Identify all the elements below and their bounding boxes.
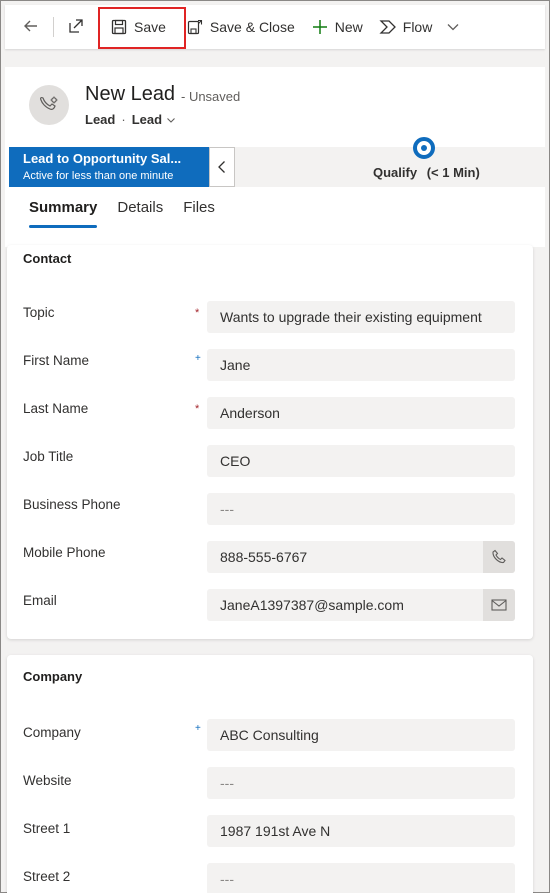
save-and-close-icon: [186, 18, 204, 36]
unsaved-indicator: - Unsaved: [181, 89, 241, 104]
tab-details[interactable]: Details: [117, 199, 163, 228]
field-label-last-name: Last Name: [23, 401, 89, 416]
process-name-flyout[interactable]: Lead to Opportunity Sal... Active for le…: [9, 147, 209, 187]
back-button[interactable]: [13, 11, 49, 43]
form-selector-label: Lead: [131, 112, 163, 127]
field-label-first-name: First Name: [23, 353, 90, 368]
record-title: New Lead: [85, 83, 176, 105]
phone-icon: [492, 549, 506, 564]
field-label-street-2: Street 2: [23, 869, 71, 884]
required-indicator: *: [195, 307, 200, 319]
new-button[interactable]: New: [303, 11, 371, 43]
save-and-close-label: Save & Close: [209, 19, 295, 35]
required-indicator: *: [195, 403, 200, 415]
open-in-new-window-button[interactable]: [58, 11, 94, 43]
field-label-street-1: Street 1: [23, 821, 71, 836]
section-title: Company: [23, 669, 83, 684]
process-status: Active for less than one minute: [23, 170, 174, 182]
stage-duration: (< 1 Min): [426, 165, 480, 180]
tab-summary[interactable]: Summary: [29, 199, 98, 228]
field-label-business-phone: Business Phone: [23, 497, 121, 512]
previous-stage-button[interactable]: [209, 147, 235, 187]
field-label-topic: Topic: [23, 305, 55, 320]
mobile-phone-field[interactable]: 888-555-6767: [207, 541, 515, 573]
recommended-indicator: +: [195, 353, 201, 364]
chevron-down-icon: [167, 117, 175, 123]
company-section: Company Company + ABC Consulting Website…: [7, 655, 533, 893]
stage-label[interactable]: Qualify (< 1 Min): [373, 165, 480, 180]
street-2-field[interactable]: ---: [207, 863, 515, 893]
flow-label: Flow: [402, 19, 433, 35]
street-1-field[interactable]: 1987 191st Ave N: [207, 815, 515, 847]
plus-icon: [311, 18, 329, 36]
flow-icon: [379, 18, 397, 36]
toolbar-divider: [53, 17, 54, 37]
chevron-down-icon: [446, 20, 460, 34]
open-in-new-window-icon: [67, 17, 85, 38]
company-field[interactable]: ABC Consulting: [207, 719, 515, 751]
lead-entity-icon: [29, 85, 69, 125]
back-arrow-icon: [22, 17, 40, 38]
new-label: New: [334, 19, 363, 35]
email-field[interactable]: JaneA1397387@sample.com: [207, 589, 515, 621]
topic-field[interactable]: Wants to upgrade their existing equipmen…: [207, 301, 515, 333]
call-phone-button[interactable]: [483, 541, 515, 573]
command-bar: Save Save & Close New Flow: [5, 5, 545, 49]
record-header: New Lead - Unsaved Lead · Lead Lead to O…: [5, 67, 545, 247]
job-title-field[interactable]: CEO: [207, 445, 515, 477]
last-name-field[interactable]: Anderson: [207, 397, 515, 429]
tab-files[interactable]: Files: [183, 199, 215, 228]
field-label-email: Email: [23, 593, 57, 608]
separator-dot: ·: [121, 112, 126, 127]
mail-icon: [491, 599, 507, 611]
field-label-mobile-phone: Mobile Phone: [23, 545, 106, 560]
process-name: Lead to Opportunity Sal...: [23, 151, 182, 166]
chevron-left-icon: [218, 161, 225, 173]
contact-section: Contact Topic * Wants to upgrade their e…: [7, 245, 533, 639]
business-phone-field[interactable]: ---: [207, 493, 515, 525]
section-title: Contact: [23, 251, 72, 266]
form-tabs: Summary Details Files: [29, 199, 215, 228]
flow-button[interactable]: Flow: [371, 11, 469, 43]
send-email-button[interactable]: [483, 589, 515, 621]
active-stage-node[interactable]: [413, 137, 435, 159]
entity-breadcrumb: Lead · Lead: [85, 112, 176, 127]
website-field[interactable]: ---: [207, 767, 515, 799]
recommended-indicator: +: [195, 723, 201, 734]
first-name-field[interactable]: Jane: [207, 349, 515, 381]
field-label-job-title: Job Title: [23, 449, 74, 464]
save-icon: [110, 18, 128, 36]
save-label: Save: [134, 19, 166, 35]
save-and-close-button[interactable]: Save & Close: [178, 11, 303, 43]
field-label-company: Company: [23, 725, 81, 740]
business-process-flow: Lead to Opportunity Sal... Active for le…: [9, 137, 545, 187]
entity-name: Lead: [85, 112, 116, 127]
field-label-website: Website: [23, 773, 72, 788]
stage-name: Qualify: [373, 165, 418, 180]
save-button[interactable]: Save: [98, 7, 186, 49]
form-selector[interactable]: Lead: [132, 112, 176, 127]
